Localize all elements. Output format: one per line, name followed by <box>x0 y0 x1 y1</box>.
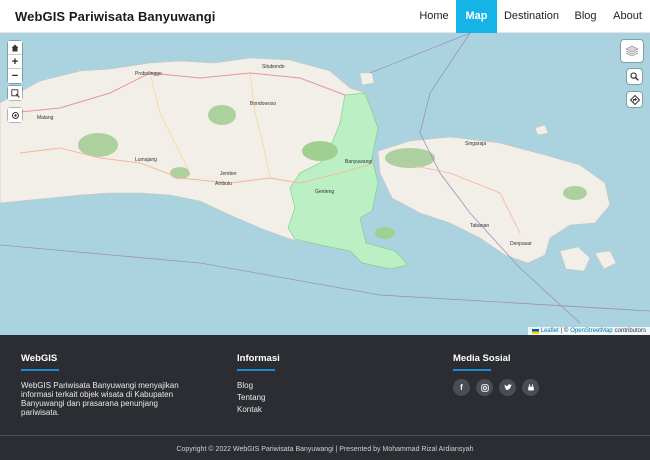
locate-icon <box>11 111 19 119</box>
nav-destination[interactable]: Destination <box>497 0 566 33</box>
home-icon <box>11 44 19 51</box>
footer-divider <box>0 435 650 436</box>
map-box-zoom-control <box>8 86 22 100</box>
locate-button[interactable] <box>8 108 22 122</box>
social-icons: f <box>453 379 539 396</box>
brand-title[interactable]: WebGIS Pariwisata Banyuwangi <box>15 9 216 24</box>
basemap: Probolinggo Situbondo Bondowoso Malang L… <box>0 33 650 324</box>
footer-links: Blog Tentang Kontak <box>237 380 280 416</box>
title-underline <box>21 369 59 371</box>
forest-area <box>563 186 587 200</box>
nav-map[interactable]: Map <box>456 0 497 33</box>
search-button[interactable] <box>627 69 642 84</box>
place-label: Lumajang <box>135 157 157 163</box>
footer-media-title: Media Sosial <box>453 353 511 364</box>
title-underline <box>453 369 491 371</box>
place-label: Denpasar <box>510 241 532 247</box>
osm-link[interactable]: OpenStreetMap <box>570 328 612 334</box>
forest-area <box>208 105 236 125</box>
nav-home[interactable]: Home <box>412 0 456 33</box>
forest-area <box>375 227 395 239</box>
home-button[interactable] <box>8 41 22 55</box>
navbar: WebGIS Pariwisata Banyuwangi Home Map De… <box>0 0 650 33</box>
title-underline <box>237 369 275 371</box>
forest-area <box>170 167 190 179</box>
zoom-in-button[interactable]: + <box>8 55 22 69</box>
copyright-text: Copyright © 2022 WebGIS Pariwisata Banyu… <box>176 446 474 453</box>
place-label: Probolinggo <box>135 71 162 77</box>
footer-webgis-title: WebGIS <box>21 353 58 364</box>
maritime-boundary <box>0 244 650 312</box>
map-locate-control <box>8 108 22 122</box>
place-label: Genteng <box>315 189 334 195</box>
directions-icon <box>629 94 640 105</box>
island <box>594 250 617 270</box>
place-label: Malang <box>37 115 54 121</box>
instagram-icon[interactable] <box>476 379 493 396</box>
map-left-controls: + − <box>8 41 22 83</box>
routing-button[interactable] <box>627 92 642 107</box>
youtube-icon[interactable] <box>522 379 539 396</box>
select-area-icon <box>10 88 20 98</box>
footer: WebGIS WebGIS Pariwisata Banyuwangi meny… <box>0 335 650 460</box>
footer-webgis-description: WebGIS Pariwisata Banyuwangi menyajikan … <box>21 381 179 417</box>
nav-about[interactable]: About <box>605 0 650 33</box>
facebook-icon[interactable]: f <box>453 379 470 396</box>
search-icon <box>630 72 639 81</box>
ukraine-flag-icon <box>531 328 539 334</box>
island <box>359 72 375 86</box>
footer-link-kontak[interactable]: Kontak <box>237 404 280 416</box>
footer-link-tentang[interactable]: Tentang <box>237 392 280 404</box>
footer-link-blog[interactable]: Blog <box>237 380 280 392</box>
place-label: Tabanan <box>470 223 489 229</box>
place-label: Situbondo <box>262 64 285 70</box>
layers-button[interactable] <box>621 40 643 62</box>
map-attribution: Leaflet | © OpenStreetMap contributors <box>527 327 650 335</box>
box-zoom-button[interactable] <box>8 86 22 100</box>
footer-media-sosial: Media Sosial f <box>453 353 539 396</box>
layers-icon <box>625 45 639 57</box>
attribution-separator: | © <box>560 328 569 334</box>
maritime-boundary <box>369 33 471 74</box>
place-label: Jember <box>220 171 237 177</box>
leaflet-link[interactable]: Leaflet <box>541 328 559 334</box>
footer-webgis: WebGIS WebGIS Pariwisata Banyuwangi meny… <box>21 353 189 417</box>
footer-informasi: Informasi Blog Tentang Kontak <box>237 353 280 416</box>
place-label: Bondowoso <box>250 101 276 107</box>
nav-menu: Home Map Destination Blog About <box>412 0 650 33</box>
place-label: Banyuwangi <box>345 159 372 165</box>
nav-blog[interactable]: Blog <box>566 0 605 33</box>
zoom-out-button[interactable]: − <box>8 69 22 83</box>
place-label: Singaraja <box>465 141 486 147</box>
forest-area <box>78 133 118 157</box>
place-label: Ambulu <box>215 181 232 187</box>
attribution-suffix: contributors <box>614 328 646 334</box>
forest-area <box>302 141 338 161</box>
footer-informasi-title: Informasi <box>237 353 280 364</box>
map-view[interactable]: Probolinggo Situbondo Bondowoso Malang L… <box>0 33 650 335</box>
island <box>534 124 549 136</box>
twitter-icon[interactable] <box>499 379 516 396</box>
island <box>559 246 591 272</box>
